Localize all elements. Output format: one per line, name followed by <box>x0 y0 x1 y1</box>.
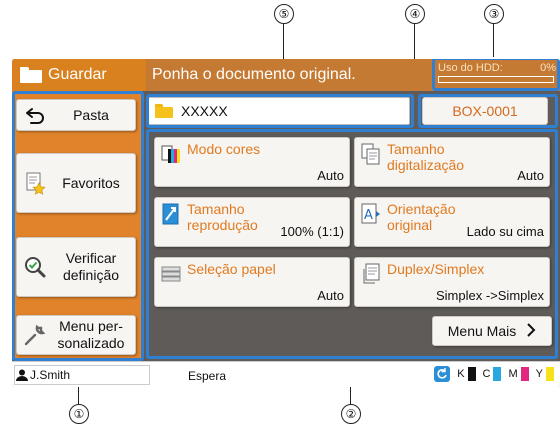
highlight-area-2 <box>146 129 558 359</box>
ink-m-level <box>520 367 529 381</box>
callout-2: ② <box>341 404 361 424</box>
user-name: J.Smith <box>30 368 71 382</box>
highlight-area-1 <box>12 91 144 361</box>
ink-y-label: Y <box>535 368 543 380</box>
highlight-area-4 <box>418 94 558 128</box>
ink-k-label: K <box>457 368 465 380</box>
highlight-area-3 <box>432 59 560 91</box>
user-indicator[interactable]: J.Smith <box>16 368 70 382</box>
ink-levels: K C M Y <box>434 366 554 382</box>
callout-3: ③ <box>484 4 504 24</box>
mode-tab-guardar[interactable]: Guardar <box>12 59 144 91</box>
ink-c-label: C <box>482 368 491 380</box>
ink-k-level <box>467 367 476 381</box>
user-icon <box>16 369 28 381</box>
folder-icon <box>20 67 42 83</box>
ink-m-label: M <box>508 368 518 380</box>
status-message: Ponha o documento original. <box>146 59 432 91</box>
status-bar: J.Smith Espera K C M Y <box>12 361 560 387</box>
callout-4: ④ <box>405 4 425 24</box>
callout-5: ⑤ <box>274 4 294 24</box>
highlight-area-5 <box>146 94 414 128</box>
ink-y-level <box>546 367 554 381</box>
leader-line-3 <box>493 24 495 57</box>
machine-state: Espera <box>188 369 227 383</box>
mode-label: Guardar <box>48 66 107 83</box>
device-screen: Guardar Ponha o documento original. Uso … <box>12 59 560 387</box>
refresh-icon[interactable] <box>434 366 451 382</box>
callout-1: ① <box>69 404 89 424</box>
ink-c-level <box>493 367 502 381</box>
